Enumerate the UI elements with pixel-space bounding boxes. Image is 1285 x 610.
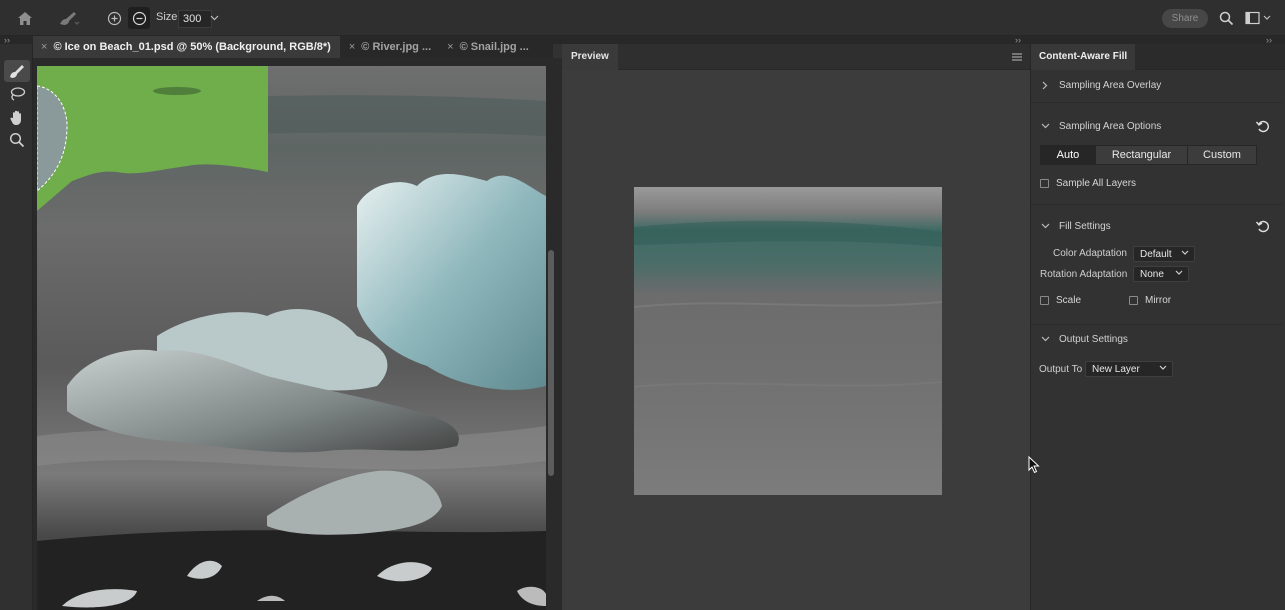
hand-tool[interactable] — [4, 106, 30, 128]
section-title: Output Settings — [1059, 333, 1128, 345]
options-bar: Size 300 Share — [0, 0, 1285, 36]
reset-icon[interactable] — [1254, 117, 1272, 135]
scale-checkbox[interactable] — [1040, 296, 1049, 305]
close-tab-icon[interactable]: × — [41, 41, 47, 53]
search-icon — [1219, 11, 1233, 25]
ice-on-beach-image — [37, 66, 546, 610]
mirror-option[interactable]: Mirror — [1129, 295, 1171, 306]
canvas-scrollbar[interactable] — [548, 250, 554, 476]
section-title: Sampling Area Options — [1059, 120, 1162, 132]
mirror-checkbox[interactable] — [1129, 296, 1138, 305]
document-tabs: × © Ice on Beach_01.psd @ 50% (Backgroun… — [33, 36, 553, 58]
content-aware-fill-tab[interactable]: Content-Aware Fill — [1031, 44, 1136, 70]
scale-option[interactable]: Scale — [1040, 295, 1081, 306]
home-button[interactable] — [14, 9, 36, 27]
rotation-adaptation-dropdown[interactable]: None — [1133, 266, 1189, 282]
search-button[interactable] — [1217, 9, 1235, 27]
preview-panel: Preview — [562, 44, 1030, 610]
reset-icon[interactable] — [1254, 217, 1272, 235]
workspace-button[interactable] — [1243, 9, 1275, 27]
preview-menu-icon[interactable] — [1012, 52, 1024, 62]
output-to-label: Output To — [1039, 364, 1083, 375]
document-canvas[interactable] — [33, 58, 562, 610]
preview-header: Preview — [562, 44, 1030, 70]
close-tab-icon[interactable]: × — [349, 41, 355, 53]
chevron-down-icon — [1175, 270, 1183, 275]
lasso-tool[interactable] — [4, 83, 30, 105]
chevron-down-icon — [210, 15, 218, 21]
rotation-adaptation-label: Rotation Adaptation — [1040, 269, 1128, 280]
home-icon — [18, 11, 32, 25]
color-adaptation-label: Color Adaptation — [1053, 248, 1127, 259]
sampling-mode-custom[interactable]: Custom — [1188, 146, 1256, 164]
scale-label: Scale — [1056, 295, 1082, 306]
document-tab-label: © Snail.jpg ... — [459, 41, 529, 53]
document-tab-label: © Ice on Beach_01.psd @ 50% (Background,… — [53, 41, 331, 53]
sampling-mode-rectangular[interactable]: Rectangular — [1096, 146, 1188, 164]
sampling-mode-segmented-control: Auto Rectangular Custom — [1040, 145, 1257, 165]
sampling-area-overlay-section[interactable]: Sampling Area Overlay — [1031, 72, 1282, 98]
color-adaptation-dropdown[interactable]: Default — [1133, 246, 1195, 262]
color-adaptation-value: Default — [1140, 248, 1172, 260]
document-tab-river[interactable]: × © River.jpg ... — [340, 36, 437, 58]
chevron-down-icon — [1181, 250, 1189, 255]
content-aware-fill-panel: Content-Aware Fill Sampling Area Overlay… — [1030, 44, 1285, 610]
tools-panel — [0, 44, 33, 610]
divider — [1031, 324, 1282, 325]
size-label: Size — [156, 11, 178, 23]
output-to-value: New Layer — [1092, 363, 1140, 375]
section-title: Sampling Area Overlay — [1059, 79, 1162, 91]
divider — [1031, 204, 1282, 205]
workspace-layout-icon — [1245, 11, 1271, 25]
sampling-area-options-section[interactable]: Sampling Area Options — [1031, 113, 1282, 139]
preview-tab[interactable]: Preview — [562, 44, 618, 70]
output-to-dropdown[interactable]: New Layer — [1085, 361, 1173, 377]
section-title: Fill Settings — [1059, 220, 1111, 232]
minus-circle-icon — [132, 11, 146, 25]
subtract-from-sampling-button[interactable] — [128, 7, 150, 29]
chevron-right-icon — [1031, 81, 1059, 90]
fill-settings-section[interactable]: Fill Settings — [1031, 213, 1282, 239]
preview-image[interactable] — [634, 187, 942, 495]
document-tab-label: © River.jpg ... — [361, 41, 432, 53]
hand-icon — [10, 110, 21, 125]
sample-all-layers-option[interactable]: Sample All Layers — [1040, 178, 1136, 189]
zoom-icon — [9, 132, 25, 148]
chevron-down-icon — [1031, 123, 1059, 129]
brush-preset-picker[interactable] — [50, 9, 88, 27]
output-settings-section[interactable]: Output Settings — [1031, 326, 1282, 352]
sample-all-layers-label: Sample All Layers — [1056, 178, 1137, 189]
lasso-icon — [10, 87, 26, 101]
document-tab-snail[interactable]: × © Snail.jpg ... — [437, 36, 535, 58]
size-dropdown-button[interactable] — [208, 12, 220, 24]
zoom-tool[interactable] — [4, 129, 30, 151]
chevron-down-icon — [1159, 365, 1167, 370]
content-aware-fill-header: Content-Aware Fill — [1031, 44, 1285, 70]
document-tab-ice-on-beach[interactable]: × © Ice on Beach_01.psd @ 50% (Backgroun… — [33, 36, 340, 58]
plus-circle-icon — [107, 11, 121, 25]
brush-icon — [60, 12, 80, 25]
size-input[interactable]: 300 — [178, 10, 212, 28]
chevron-down-icon — [1031, 223, 1059, 229]
sampling-mode-auto[interactable]: Auto — [1041, 146, 1096, 164]
close-tab-icon[interactable]: × — [447, 41, 453, 53]
sample-all-layers-checkbox[interactable] — [1040, 179, 1049, 188]
sampling-brush-tool[interactable] — [4, 60, 30, 82]
brush-icon — [10, 65, 24, 78]
mouse-cursor-icon — [1028, 455, 1040, 477]
chevron-down-icon — [1031, 336, 1059, 342]
mirror-label: Mirror — [1145, 295, 1172, 306]
divider — [1031, 102, 1282, 103]
add-to-sampling-button[interactable] — [105, 9, 123, 27]
share-button[interactable]: Share — [1162, 9, 1208, 28]
rotation-adaptation-value: None — [1140, 268, 1164, 280]
